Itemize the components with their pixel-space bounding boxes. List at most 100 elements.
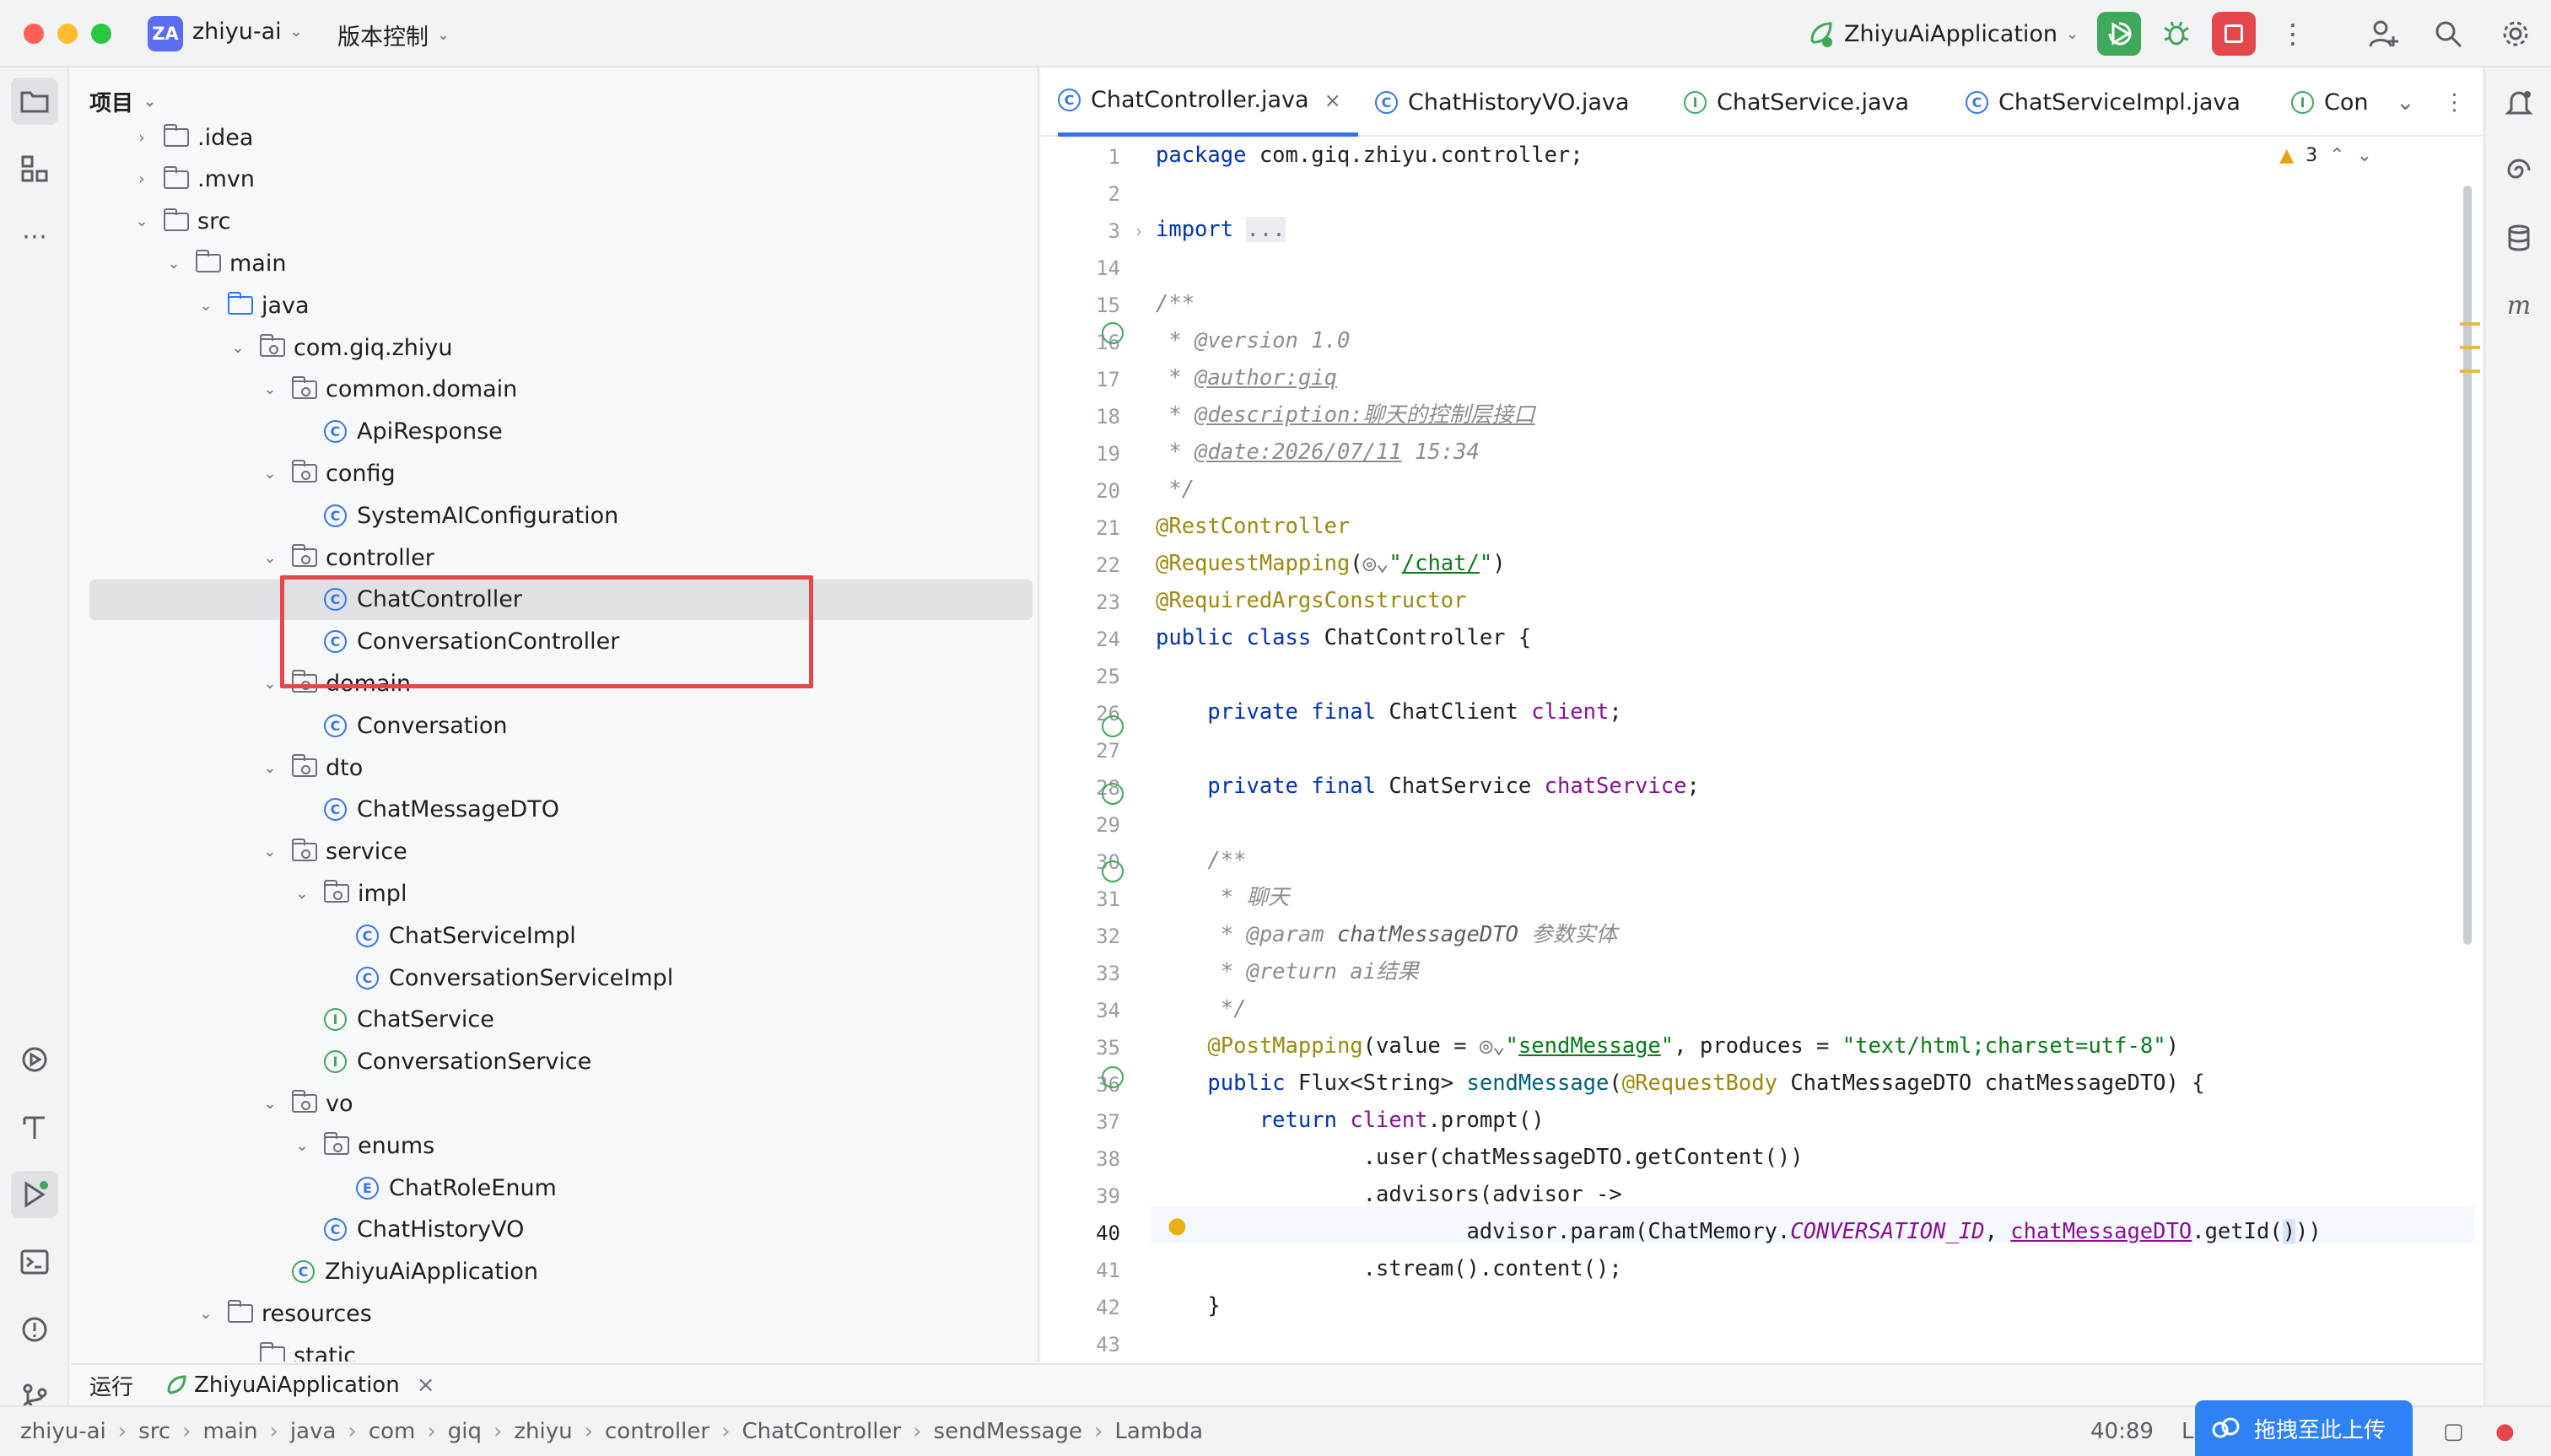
close-icon[interactable]: × [1324, 89, 1341, 112]
breadcrumb-item[interactable]: com [369, 1419, 416, 1444]
project-tool-button[interactable] [11, 78, 58, 125]
editor-tab[interactable]: I Con [2291, 67, 2385, 137]
tree-item[interactable]: ⌄ main [71, 243, 1038, 283]
tree-item[interactable]: C Conversation [71, 705, 1038, 746]
run-tool-button[interactable] [11, 1171, 58, 1218]
tree-item[interactable]: ⌄ vo [71, 1083, 1038, 1124]
tree-item[interactable]: ⌄ enums [71, 1125, 1038, 1166]
rerun-button[interactable] [2097, 12, 2141, 56]
chevron-down-icon[interactable]: ⌄ [228, 339, 248, 357]
structure-tool-button[interactable] [11, 145, 58, 192]
tree-item[interactable]: › .mvn [71, 159, 1038, 200]
breadcrumb-item[interactable]: Lambda [1114, 1419, 1203, 1444]
chevron-up-icon[interactable]: ⌃ [2329, 145, 2344, 166]
run-config-tab[interactable]: ZhiyuAiApplication [194, 1372, 400, 1398]
settings-button[interactable] [2494, 12, 2538, 56]
tree-item[interactable]: ⌄ service [71, 832, 1038, 872]
stop-button[interactable] [2212, 12, 2256, 56]
tree-item[interactable]: ⌄ config [71, 453, 1038, 493]
close-icon[interactable]: × [417, 1372, 435, 1398]
database-button[interactable] [2497, 216, 2541, 260]
run-config-selector[interactable]: ZhiyuAiApplication ⌄ [1805, 19, 2079, 49]
minimize-window-button[interactable] [57, 24, 78, 44]
chevron-down-icon[interactable]: ⌄ [292, 1137, 312, 1155]
tree-item[interactable]: E ChatRoleEnum [71, 1167, 1038, 1208]
tree-item[interactable]: ⌄ resources [71, 1293, 1038, 1334]
inspection-widget[interactable]: ▲ 3 ⌃ ⌄ [2279, 145, 2372, 166]
build-tool-button[interactable] [11, 1103, 58, 1151]
breadcrumb-item[interactable]: zhiyu-ai [20, 1419, 106, 1444]
debug-button[interactable] [2155, 12, 2198, 56]
bean-icon[interactable] [1102, 860, 1124, 882]
breadcrumb-item[interactable]: giq [448, 1419, 482, 1444]
vcs-menu[interactable]: 版本控制 ⌄ [337, 19, 450, 51]
ai-assistant-button[interactable] [2497, 148, 2541, 192]
chevron-down-icon[interactable]: ⌄ [260, 549, 280, 567]
breadcrumb-item[interactable]: java [290, 1419, 336, 1444]
tree-item[interactable]: I ConversationService [71, 1042, 1038, 1082]
tree-item[interactable]: ⌄ controller [71, 537, 1038, 578]
bean-icon[interactable] [1102, 715, 1124, 737]
search-button[interactable] [2426, 12, 2470, 56]
terminal-tool-button[interactable] [11, 1238, 58, 1286]
caret-position[interactable]: 40:89 [2090, 1419, 2154, 1444]
fold-arrow-icon[interactable]: › [1135, 221, 1142, 241]
chevron-down-icon[interactable]: ⌄ [260, 675, 280, 693]
tree-item[interactable]: C ConversationServiceImpl [71, 957, 1038, 998]
tree-item[interactable]: static [71, 1335, 1038, 1362]
chevron-down-icon[interactable]: ⌄ [292, 885, 312, 903]
chevron-down-icon[interactable]: ⌄ [260, 759, 280, 777]
tree-item[interactable]: ⌄ java [71, 285, 1038, 326]
bean-icon[interactable] [1102, 783, 1124, 805]
chevron-down-icon[interactable]: ⌄ [260, 1095, 280, 1113]
tree-item[interactable]: I ChatService [71, 1000, 1038, 1040]
editor-scrollbar[interactable] [2463, 186, 2472, 945]
tree-item[interactable]: ⌄ dto [71, 747, 1038, 788]
chevron-down-icon[interactable]: ⌄ [196, 1305, 216, 1323]
zoom-window-button[interactable] [91, 24, 111, 44]
breadcrumb-item[interactable]: src [138, 1419, 170, 1444]
tree-item[interactable]: C ApiResponse [71, 412, 1038, 452]
warning-marker[interactable] [2460, 369, 2480, 373]
lock-icon[interactable]: ▢ [2443, 1419, 2464, 1444]
maven-button[interactable]: m [2497, 283, 2541, 327]
notifications-button[interactable] [2497, 81, 2541, 125]
services-tool-button[interactable] [11, 1036, 58, 1083]
warning-marker[interactable] [2460, 346, 2480, 349]
tree-item[interactable]: › .idea [71, 117, 1038, 158]
breadcrumb-item[interactable]: controller [605, 1419, 709, 1444]
project-selector[interactable]: zhiyu-ai ⌄ [192, 19, 303, 45]
warning-marker[interactable] [2460, 322, 2480, 326]
editor-tab[interactable]: I ChatService.java [1684, 67, 1926, 137]
tab-overflow-button[interactable]: ⌄ [2396, 67, 2415, 137]
add-user-button[interactable] [2362, 12, 2406, 56]
chevron-down-icon[interactable]: ⌄ [260, 843, 280, 860]
tree-item[interactable]: C SystemAIConfiguration [71, 495, 1038, 536]
upload-drop-target[interactable]: 拖拽至此上传 [2195, 1400, 2413, 1456]
more-tools-button[interactable]: ⋯ [11, 213, 58, 260]
bean-icon[interactable] [1102, 322, 1124, 344]
tree-item[interactable]: ⌄ common.domain [71, 369, 1038, 410]
error-icon[interactable]: ● [2495, 1419, 2515, 1444]
editor-tab[interactable]: C ChatHistoryVO.java [1375, 67, 1646, 137]
chevron-down-icon[interactable]: ⌄ [132, 213, 152, 230]
tree-item[interactable]: C ChatHistoryVO [71, 1210, 1038, 1250]
more-actions-button[interactable]: ⋮ [2271, 12, 2315, 56]
breadcrumb-item[interactable]: ChatController [742, 1419, 901, 1444]
chevron-down-icon[interactable]: ⌄ [260, 380, 280, 398]
tree-item[interactable]: C ZhiyuAiApplication [71, 1252, 1038, 1292]
web-endpoint-icon[interactable] [1102, 1066, 1124, 1088]
problems-tool-button[interactable] [11, 1306, 58, 1353]
run-tab-label[interactable]: 运行 [89, 1370, 133, 1401]
tree-item[interactable]: ⌄ src [71, 202, 1038, 242]
chevron-right-icon[interactable]: › [132, 129, 152, 147]
close-window-button[interactable] [24, 24, 44, 44]
editor-tab[interactable]: C ChatController.java × [1058, 67, 1358, 137]
project-badge[interactable]: ZA [148, 16, 183, 51]
code-content[interactable]: package com.giq.zhiyu.controller; import… [1156, 137, 2472, 1362]
tree-item[interactable]: ⌄ impl [71, 873, 1038, 914]
breadcrumb-item[interactable]: main [203, 1419, 258, 1444]
tree-item[interactable]: C ChatServiceImpl [71, 915, 1038, 956]
breadcrumb-item[interactable]: zhiyu [514, 1419, 572, 1444]
editor-more-button[interactable]: ⋮ [2443, 67, 2466, 137]
